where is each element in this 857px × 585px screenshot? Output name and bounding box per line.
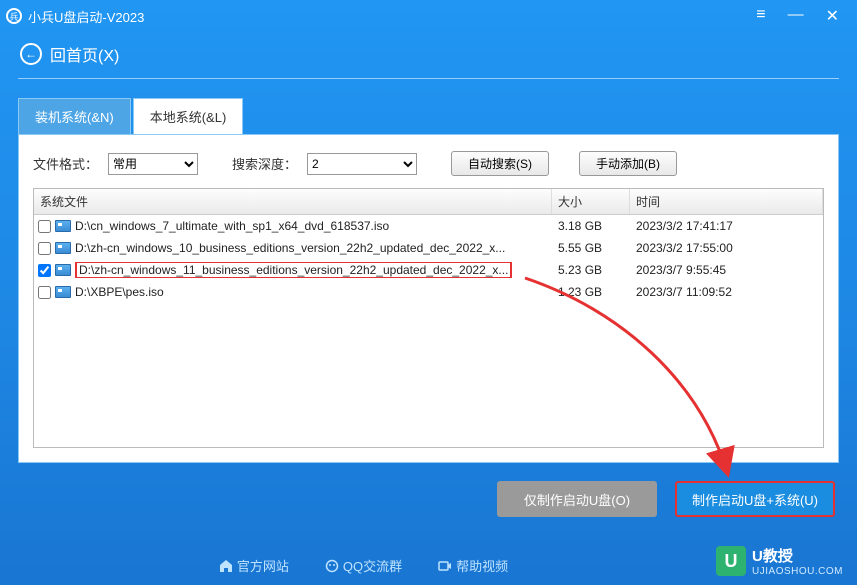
auto-search-button[interactable]: 自动搜索(S) bbox=[451, 151, 549, 176]
watermark: U U教授 UJIAOSHOU.COM bbox=[716, 545, 843, 577]
back-arrow-icon: ← bbox=[20, 43, 42, 65]
col-header-size[interactable]: 大小 bbox=[552, 189, 630, 214]
table-row[interactable]: D:\XBPE\pes.iso 1.23 GB2023/3/7 11:09:52 bbox=[34, 281, 823, 303]
bottom-links: 官方网站 QQ交流群 帮助视频 bbox=[0, 556, 727, 575]
table-row[interactable]: D:\zh-cn_windows_10_business_editions_ve… bbox=[34, 237, 823, 259]
file-size: 5.55 GB bbox=[552, 241, 630, 255]
file-format-select[interactable]: 常用 bbox=[108, 153, 198, 175]
main-panel: 文件格式： 常用 搜索深度： 2 自动搜索(S) 手动添加(B) 系统文件 大小… bbox=[18, 134, 839, 463]
video-icon bbox=[438, 559, 452, 573]
row-checkbox[interactable] bbox=[38, 286, 51, 299]
link-help-video[interactable]: 帮助视频 bbox=[438, 556, 508, 575]
link-qq-group[interactable]: QQ交流群 bbox=[325, 556, 402, 575]
file-size: 5.23 GB bbox=[552, 263, 630, 277]
disk-icon bbox=[55, 242, 71, 254]
watermark-icon: U bbox=[716, 546, 746, 576]
file-grid: 系统文件 大小 时间 D:\cn_windows_7_ultimate_with… bbox=[33, 188, 824, 448]
app-logo-icon: 兵 bbox=[6, 8, 22, 24]
make-usb-system-button[interactable]: 制作启动U盘+系统(U) bbox=[675, 481, 835, 517]
back-home-button[interactable]: ← 回首页(X) bbox=[0, 32, 857, 76]
make-usb-only-button[interactable]: 仅制作启动U盘(O) bbox=[497, 481, 657, 517]
file-size: 1.23 GB bbox=[552, 285, 630, 299]
row-checkbox[interactable] bbox=[38, 242, 51, 255]
watermark-url: UJIAOSHOU.COM bbox=[752, 566, 843, 577]
home-icon bbox=[219, 559, 233, 573]
window-title: 小兵U盘启动-V2023 bbox=[28, 7, 756, 26]
search-depth-select[interactable]: 2 bbox=[307, 153, 417, 175]
file-time: 2023/3/7 11:09:52 bbox=[630, 285, 823, 299]
file-time: 2023/3/2 17:41:17 bbox=[630, 219, 823, 233]
col-header-time[interactable]: 时间 bbox=[630, 189, 823, 214]
disk-icon bbox=[55, 220, 71, 232]
manual-add-button[interactable]: 手动添加(B) bbox=[579, 151, 677, 176]
file-time: 2023/3/7 9:55:45 bbox=[630, 263, 823, 277]
grid-header: 系统文件 大小 时间 bbox=[34, 189, 823, 215]
file-time: 2023/3/2 17:55:00 bbox=[630, 241, 823, 255]
row-checkbox[interactable] bbox=[38, 264, 51, 277]
menu-icon[interactable]: ≡ bbox=[756, 6, 765, 26]
disk-icon bbox=[55, 286, 71, 298]
file-name: D:\zh-cn_windows_11_business_editions_ve… bbox=[75, 262, 512, 278]
file-name: D:\cn_windows_7_ultimate_with_sp1_x64_dv… bbox=[75, 219, 389, 233]
divider bbox=[18, 78, 839, 79]
qq-icon bbox=[325, 559, 339, 573]
minimize-icon[interactable]: — bbox=[788, 6, 804, 26]
col-header-file[interactable]: 系统文件 bbox=[34, 189, 552, 214]
file-name: D:\zh-cn_windows_10_business_editions_ve… bbox=[75, 241, 505, 255]
tab-install-system[interactable]: 装机系统(&N) bbox=[18, 98, 131, 134]
disk-icon bbox=[55, 264, 71, 276]
tab-local-system[interactable]: 本地系统(&L) bbox=[133, 98, 244, 134]
watermark-brand: U教授 bbox=[752, 545, 843, 566]
table-row[interactable]: D:\zh-cn_windows_11_business_editions_ve… bbox=[34, 259, 823, 281]
back-label: 回首页(X) bbox=[50, 42, 119, 66]
row-checkbox[interactable] bbox=[38, 220, 51, 233]
file-size: 3.18 GB bbox=[552, 219, 630, 233]
file-name: D:\XBPE\pes.iso bbox=[75, 285, 164, 299]
link-official-site[interactable]: 官方网站 bbox=[219, 556, 289, 575]
file-format-label: 文件格式： bbox=[33, 154, 98, 173]
table-row[interactable]: D:\cn_windows_7_ultimate_with_sp1_x64_dv… bbox=[34, 215, 823, 237]
close-icon[interactable]: ✕ bbox=[826, 6, 839, 26]
search-depth-label: 搜索深度： bbox=[232, 154, 297, 173]
